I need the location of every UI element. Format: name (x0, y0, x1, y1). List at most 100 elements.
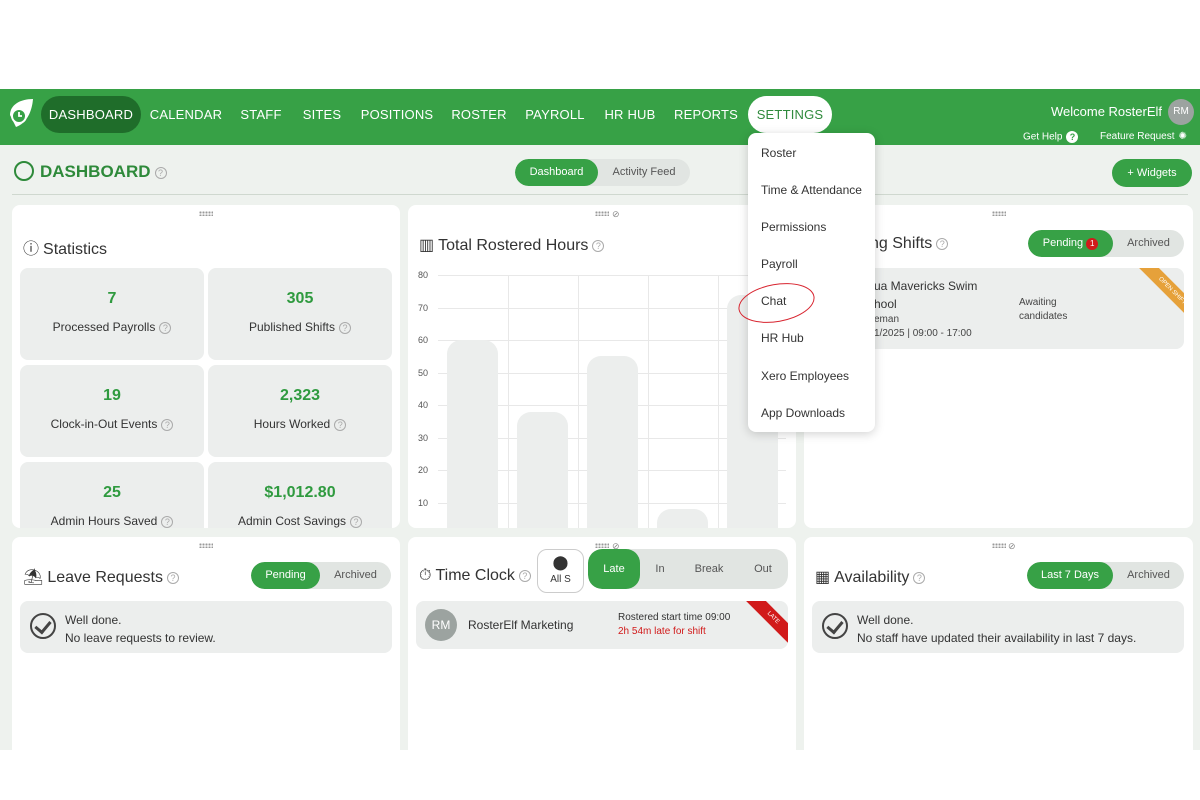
menu-item-permissions[interactable]: Permissions (761, 220, 826, 234)
drag-handle-icon[interactable] (199, 211, 213, 216)
drag-handle-icon[interactable] (595, 543, 609, 548)
stat-label: Published Shifts (248, 320, 336, 334)
menu-item-app-downloads[interactable]: App Downloads (761, 406, 845, 420)
menu-item-roster[interactable]: Roster (761, 146, 796, 160)
shift-site-cont: hool (874, 297, 897, 311)
nav-staff[interactable]: STAFF (233, 96, 289, 133)
empty-state-message: Well done. No leave requests to review. (65, 611, 216, 647)
nav-positions[interactable]: POSITIONS (355, 96, 439, 133)
help-icon[interactable]: ? (936, 237, 949, 250)
y-tick-label: 80 (418, 270, 429, 280)
time-clock-tabs: Late In Break Out (588, 549, 788, 589)
info-icon: ⓘ (23, 241, 40, 258)
add-widgets-button[interactable]: + Widgets (1112, 159, 1192, 187)
help-icon[interactable]: ? (166, 571, 179, 584)
drag-handle-icon[interactable] (991, 543, 1006, 548)
page-title: DASHBOARD? (14, 161, 167, 182)
help-icon[interactable]: ? (339, 321, 352, 334)
nav-payroll[interactable]: PAYROLL (520, 96, 590, 133)
shift-status: Awaiting candidates (1019, 297, 1068, 322)
tab-archived[interactable]: Archived (1113, 562, 1184, 589)
late-ribbon: LATE (743, 601, 788, 648)
open-shift-ribbon: OPEN SHIFT (1138, 268, 1184, 325)
top-navigation: DASHBOARD CALENDAR STAFF SITES POSITIONS… (0, 89, 1200, 145)
chart-bar[interactable] (447, 340, 498, 528)
tab-break[interactable]: Break (680, 549, 738, 589)
tab-in[interactable]: In (640, 549, 680, 589)
gauge-icon (14, 161, 34, 181)
tab-pending[interactable]: Pending 1 (1028, 230, 1113, 257)
page-title-text: DASHBOARD (40, 162, 151, 181)
help-icon[interactable]: ? (161, 515, 174, 528)
shift-position: eman (874, 314, 900, 325)
stat-card: $1,012.80 Admin Cost Savings? (208, 462, 392, 528)
help-icon[interactable]: ? (154, 166, 167, 179)
tab-last-7-days[interactable]: Last 7 Days (1027, 562, 1113, 589)
stat-card: 2,323 Hours Worked? (208, 365, 392, 457)
time-clock-panel: ⊘ ⏱ Time Clock? ⬤ All S Late In Break Out… (408, 537, 796, 750)
tab-out[interactable]: Out (738, 549, 788, 589)
hide-eye-icon[interactable]: ⊘ (612, 209, 620, 220)
nav-roster[interactable]: ROSTER (446, 96, 512, 133)
user-avatar[interactable]: RM (1168, 99, 1194, 125)
help-icon[interactable]: ? (334, 418, 347, 431)
tab-late[interactable]: Late (588, 549, 640, 589)
menu-item-time-attendance[interactable]: Time & Attendance (761, 183, 862, 197)
help-icon[interactable]: ? (350, 515, 363, 528)
help-icon[interactable]: ? (592, 239, 605, 252)
empty-state-card: Well done. No leave requests to review. (20, 601, 392, 653)
help-icon[interactable]: ? (913, 571, 926, 584)
stat-value: $1,012.80 (264, 484, 336, 501)
nav-dashboard[interactable]: DASHBOARD (41, 96, 141, 133)
rostered-hours-title: ▥ Total Rostered Hours? (419, 235, 605, 255)
chart-bar[interactable] (517, 411, 568, 528)
rosterelf-logo-icon[interactable] (6, 97, 36, 131)
tab-activity-feed[interactable]: Activity Feed (598, 159, 690, 186)
y-tick-label: 20 (418, 465, 429, 475)
tab-archived[interactable]: Archived (320, 562, 391, 589)
view-switch: Dashboard Activity Feed (515, 159, 690, 186)
feature-request-link[interactable]: Feature Request ✺ (1100, 131, 1187, 142)
nav-hr-hub[interactable]: HR HUB (598, 96, 662, 133)
tab-archived[interactable]: Archived (1113, 230, 1184, 257)
shift-site: ua Mavericks Swim (874, 279, 978, 293)
leave-requests-panel: ⛱ Leave Requests? Pending Archived Well d… (12, 537, 400, 750)
drag-handle-icon[interactable] (199, 543, 213, 548)
get-help-link[interactable]: Get Help? (1023, 131, 1079, 143)
calendar-icon: ▦ (815, 569, 831, 586)
help-icon[interactable]: ? (159, 321, 172, 334)
grid-line (508, 275, 509, 528)
y-tick-label: 10 (418, 497, 429, 508)
help-icon[interactable]: ? (161, 418, 174, 431)
menu-item-payroll[interactable]: Payroll (761, 257, 798, 271)
nav-calendar[interactable]: CALENDAR (146, 96, 226, 133)
y-tick-label: 40 (418, 400, 429, 410)
pending-count-badge: 1 (1086, 238, 1099, 250)
drag-handle-icon[interactable] (991, 211, 1006, 216)
shift-time: 1/2025 | 09:00 - 17:00 (874, 328, 972, 339)
menu-item-xero-employees[interactable]: Xero Employees (761, 369, 849, 383)
site-filter[interactable]: ⬤ All S (537, 549, 584, 593)
stat-label: Admin Cost Savings (237, 514, 347, 528)
tab-pending[interactable]: Pending (251, 562, 320, 589)
menu-item-hr-hub[interactable]: HR Hub (761, 331, 804, 345)
help-icon[interactable]: ? (518, 569, 531, 582)
grid-line (578, 275, 579, 528)
nav-reports[interactable]: REPORTS (669, 96, 743, 133)
nav-settings[interactable]: SETTINGS (748, 96, 832, 133)
settings-dropdown: Roster Time & Attendance Permissions Pay… (748, 133, 875, 432)
stat-card: 7 Processed Payrolls? (20, 268, 204, 360)
nav-sites[interactable]: SITES (297, 96, 347, 133)
stat-label: Admin Hours Saved (50, 514, 158, 528)
chart-bar[interactable] (657, 509, 708, 528)
hide-eye-icon[interactable]: ⊘ (1008, 541, 1016, 552)
tab-dashboard[interactable]: Dashboard (515, 159, 598, 186)
stat-value: 7 (107, 290, 117, 307)
stat-value: 19 (103, 387, 121, 404)
drag-handle-icon[interactable] (595, 211, 609, 216)
late-staff-card[interactable]: RM RosterElf Marketing Rostered start ti… (416, 601, 788, 649)
message-line: No leave requests to review. (65, 631, 216, 645)
stat-card: 305 Published Shifts? (208, 268, 392, 360)
stat-value: 2,323 (279, 387, 321, 404)
chart-bar[interactable] (587, 356, 638, 528)
